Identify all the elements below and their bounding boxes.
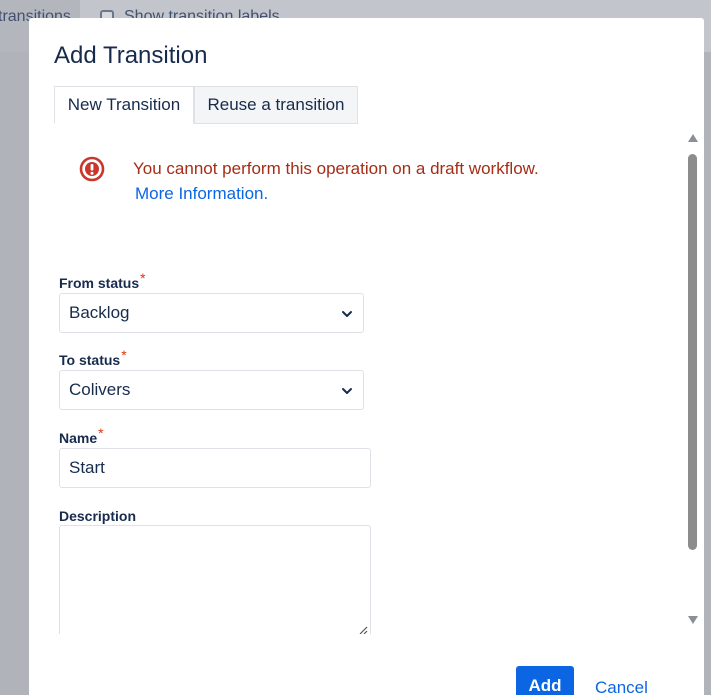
dialog-scrollbar[interactable] [684, 124, 700, 634]
background-right-panel [704, 52, 711, 695]
dialog-tabs: New Transition Reuse a transition [54, 86, 364, 124]
tab-new-transition[interactable]: New Transition [54, 86, 194, 124]
required-mark: * [121, 347, 127, 363]
chevron-down-icon [342, 311, 352, 317]
cancel-button[interactable]: Cancel [595, 674, 648, 695]
error-message: You cannot perform this operation on a d… [77, 154, 637, 214]
from-status-select[interactable]: Backlog [59, 293, 364, 333]
required-mark: * [140, 270, 146, 286]
scroll-thumb[interactable] [688, 154, 697, 550]
from-status-value: Backlog [69, 303, 130, 322]
tab-reuse-transition[interactable]: Reuse a transition [194, 86, 358, 124]
background-left-panel [0, 52, 29, 695]
error-icon [79, 156, 105, 182]
add-transition-dialog: Add Transition New Transition Reuse a tr… [29, 18, 704, 695]
name-label: Name* [59, 425, 104, 446]
scroll-up-icon[interactable] [688, 134, 698, 142]
scroll-down-icon[interactable] [688, 616, 698, 624]
dialog-title: Add Transition [54, 42, 208, 69]
error-text: You cannot perform this operation on a d… [133, 159, 539, 178]
to-status-value: Colivers [69, 380, 131, 399]
to-status-label: To status* [59, 347, 127, 368]
more-information-link[interactable]: More Information. [135, 184, 268, 204]
resize-grip-icon[interactable] [358, 625, 368, 634]
description-label: Description [59, 508, 137, 524]
chevron-down-icon [342, 388, 352, 394]
dialog-content: You cannot perform this operation on a d… [29, 124, 704, 634]
required-mark: * [98, 425, 104, 441]
add-button[interactable]: Add [516, 666, 574, 695]
from-status-label: From status* [59, 270, 146, 291]
description-textarea[interactable] [59, 525, 371, 634]
name-input[interactable]: Start [59, 448, 371, 488]
to-status-select[interactable]: Colivers [59, 370, 364, 410]
